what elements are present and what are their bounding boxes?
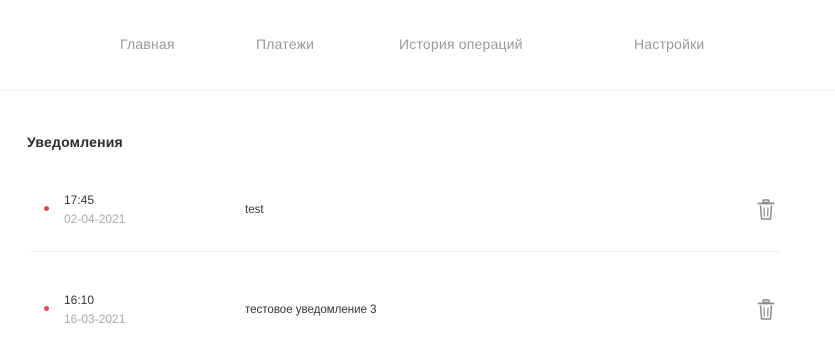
notification-message: test [245, 204, 264, 216]
notification-time: 16:10 [64, 293, 95, 307]
notifications-title: Уведомления [27, 134, 123, 150]
nav-item-history[interactable]: История операций [399, 36, 523, 52]
unread-dot [44, 206, 49, 211]
page: Главная Платежи История операций Настрой… [0, 0, 835, 347]
unread-dot [44, 306, 49, 311]
notification-date: 02-04-2021 [64, 212, 126, 226]
notification-time: 17:45 [64, 193, 95, 207]
nav-item-home[interactable]: Главная [120, 36, 175, 52]
trash-icon[interactable] [757, 199, 775, 221]
notification-message: тестовое уведомление 3 [245, 304, 377, 316]
nav-item-settings[interactable]: Настройки [634, 36, 704, 52]
notification-date: 16-03-2021 [64, 312, 126, 326]
top-navigation: Главная Платежи История операций Настрой… [0, 0, 835, 91]
trash-icon[interactable] [757, 299, 775, 321]
notification-row: 17:45 02-04-2021 test [30, 182, 780, 252]
notification-row: 16:10 16-03-2021 тестовое уведомление 3 [30, 282, 780, 342]
nav-item-payments[interactable]: Платежи [256, 36, 314, 52]
